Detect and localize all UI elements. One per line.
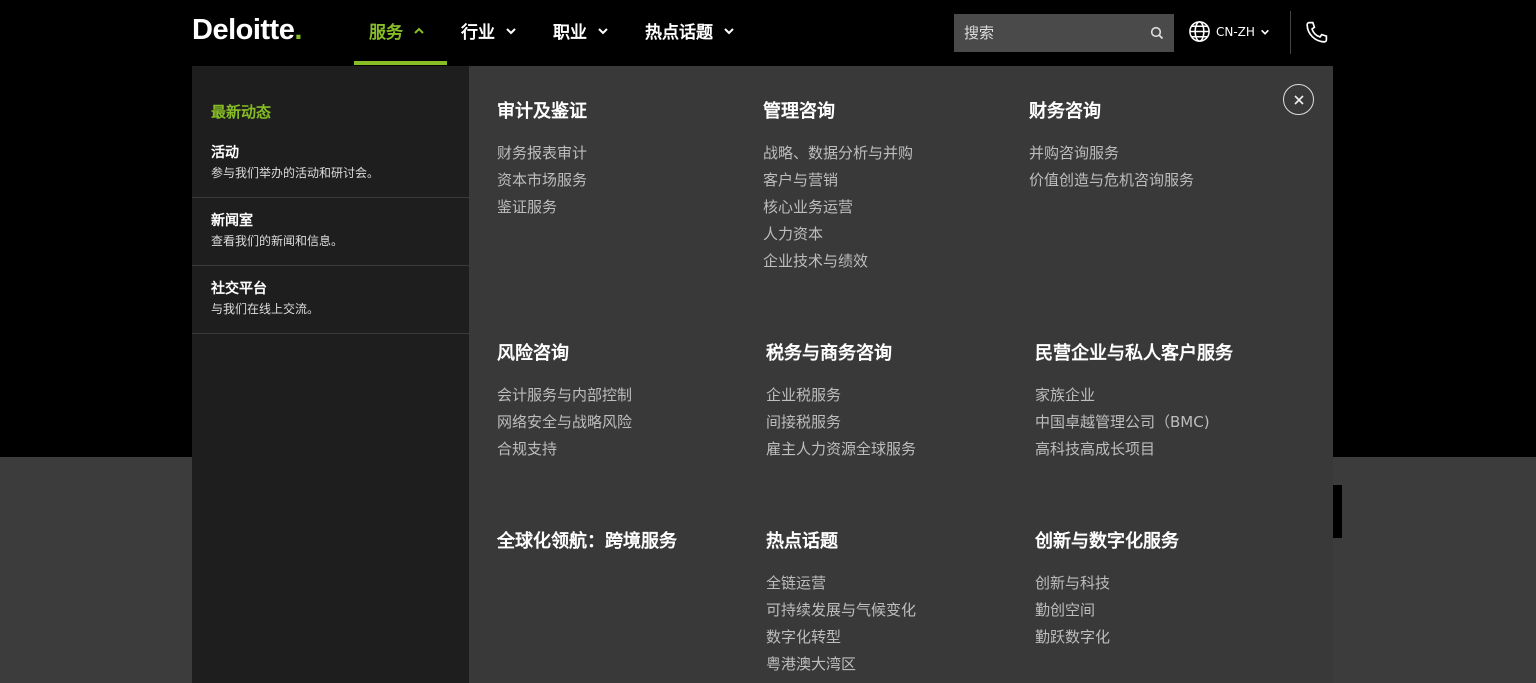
column-heading[interactable]: 审计及鉴证 — [497, 97, 587, 123]
services-menu-panel: 审计及鉴证财务报表审计 资本市场服务 鉴证服务 管理咨询战略、数据分析与并购 客户与营销… — [469, 66, 1333, 683]
menu-column: 管理咨询战略、数据分析与并购 客户与营销 核心业务运营 人力资本 企业技术与绩效 — [763, 97, 913, 275]
sidebar-item-title: 活动 — [211, 145, 239, 161]
menu-link[interactable]: 战略、数据分析与并购 — [763, 140, 913, 167]
close-icon — [1293, 94, 1304, 105]
menu-link[interactable]: 合规支持 — [497, 436, 632, 463]
menu-column: 民营企业与私人客户服务 家族企业 中国卓越管理公司（BMC) 高科技高成长项目 — [1035, 339, 1233, 463]
column-heading[interactable]: 财务咨询 — [1029, 97, 1194, 123]
close-button[interactable] — [1283, 84, 1314, 115]
sidebar-item-events[interactable]: 活动参与我们举办的活动和研讨会。 — [192, 130, 469, 198]
menu-link[interactable]: 核心业务运营 — [763, 194, 913, 221]
sidebar: 最新动态 活动参与我们举办的活动和研讨会。 新闻室查看我们的新闻和信息。 社交平… — [192, 66, 469, 683]
menu-column: 热点话题全链运营可持续发展与气候变化数字化转型粤港澳大湾区并购 — [766, 527, 916, 683]
column-heading[interactable]: 热点话题 — [766, 527, 916, 553]
column-heading[interactable]: 创新与数字化服务 — [1035, 527, 1179, 553]
search-box — [954, 14, 1174, 52]
menu-link[interactable]: 资本市场服务 — [497, 167, 587, 194]
globe-icon — [1189, 21, 1210, 42]
menu-link[interactable]: 鉴证服务 — [497, 194, 587, 221]
menu-link[interactable]: 勤跃数字化 — [1035, 624, 1179, 651]
menu-link[interactable]: 勤创空间 — [1035, 597, 1179, 624]
menu-link[interactable]: 全链运营 — [766, 570, 916, 597]
chevron-down-icon — [1261, 29, 1269, 35]
menu-link[interactable]: 财务报表审计 — [497, 140, 587, 167]
nav-hot-topics[interactable]: 热点话题 — [645, 18, 735, 43]
sidebar-item-desc: 参与我们举办的活动和研讨会。 — [211, 166, 380, 180]
sidebar-item-social[interactable]: 社交平台与我们在线上交流。 — [192, 266, 469, 334]
search-icon[interactable] — [1150, 26, 1164, 40]
column-heading[interactable]: 税务与商务咨询 — [766, 339, 916, 365]
sidebar-item-desc: 与我们在线上交流。 — [211, 302, 320, 316]
site-header: Deloitte. 服务 行业 职业 热点话题 CN-ZH — [0, 0, 1536, 66]
nav-careers[interactable]: 职业 — [553, 18, 609, 43]
menu-link[interactable]: 人力资本 — [763, 221, 913, 248]
chevron-down-icon — [506, 27, 516, 34]
chevron-up-icon — [414, 27, 424, 34]
nav-label: 行业 — [461, 23, 495, 43]
sidebar-item-title: 社交平台 — [211, 281, 267, 297]
menu-link[interactable]: 企业技术与绩效 — [763, 248, 913, 275]
nav-label: 职业 — [553, 23, 587, 43]
menu-link[interactable]: 中国卓越管理公司（BMC) — [1035, 409, 1233, 436]
column-heading[interactable]: 管理咨询 — [763, 97, 913, 123]
sidebar-item-desc: 查看我们的新闻和信息。 — [211, 234, 344, 248]
menu-column: 风险咨询会计服务与内部控制 网络安全与战略风险 合规支持 — [497, 339, 632, 463]
menu-link[interactable]: 企业税服务 — [766, 382, 916, 409]
menu-link[interactable]: 创新与科技 — [1035, 570, 1179, 597]
logo-text: Deloitte — [192, 14, 295, 46]
column-heading[interactable]: 全球化领航：跨境服务 — [497, 527, 677, 553]
column-heading[interactable]: 民营企业与私人客户服务 — [1035, 339, 1233, 365]
menu-link[interactable]: 并购咨询服务 — [1029, 140, 1194, 167]
column-heading[interactable]: 风险咨询 — [497, 339, 632, 365]
menu-link[interactable]: 会计服务与内部控制 — [497, 382, 632, 409]
nav-label: 服务 — [369, 23, 403, 43]
divider — [1290, 11, 1291, 54]
menu-column: 审计及鉴证财务报表审计 资本市场服务 鉴证服务 — [497, 97, 587, 221]
chevron-down-icon — [724, 27, 734, 34]
menu-link[interactable]: 家族企业 — [1035, 382, 1233, 409]
menu-link[interactable]: 可持续发展与气候变化 — [766, 597, 916, 624]
menu-column: 财务咨询并购咨询服务 价值创造与危机咨询服务 — [1029, 97, 1194, 194]
menu-link[interactable]: 间接税服务 — [766, 409, 916, 436]
menu-link[interactable]: 价值创造与危机咨询服务 — [1029, 167, 1194, 194]
background-element — [1333, 485, 1342, 538]
deloitte-logo[interactable]: Deloitte. — [192, 14, 302, 47]
sidebar-item-newsroom[interactable]: 新闻室查看我们的新闻和信息。 — [192, 198, 469, 266]
menu-column: 创新与数字化服务 创新与科技 勤创空间 勤跃数字化 — [1035, 527, 1179, 651]
menu-link[interactable]: 高科技高成长项目 — [1035, 436, 1233, 463]
nav-label: 热点话题 — [645, 23, 713, 43]
active-nav-indicator — [354, 61, 447, 65]
nav-industries[interactable]: 行业 — [461, 18, 517, 43]
menu-link[interactable]: 粤港澳大湾区 — [766, 651, 916, 678]
nav-services[interactable]: 服务 — [369, 18, 425, 43]
language-selector[interactable]: CN-ZH — [1188, 20, 1270, 43]
phone-icon[interactable] — [1304, 20, 1329, 49]
sidebar-title: 最新动态 — [211, 103, 272, 121]
menu-link[interactable]: 雇主人力资源全球服务 — [766, 436, 916, 463]
sidebar-item-title: 新闻室 — [211, 213, 253, 229]
menu-column: 全球化领航：跨境服务 — [497, 527, 677, 570]
logo-dot: . — [294, 14, 302, 46]
menu-link[interactable]: 网络安全与战略风险 — [497, 409, 632, 436]
menu-column: 税务与商务咨询 企业税服务 间接税服务 雇主人力资源全球服务 — [766, 339, 916, 463]
menu-link[interactable]: 客户与营销 — [763, 167, 913, 194]
chevron-down-icon — [598, 27, 608, 34]
search-input[interactable] — [964, 24, 1114, 42]
menu-link[interactable]: 数字化转型 — [766, 624, 916, 651]
language-label: CN-ZH — [1216, 24, 1255, 39]
menu-link[interactable]: 并购 — [766, 678, 916, 683]
